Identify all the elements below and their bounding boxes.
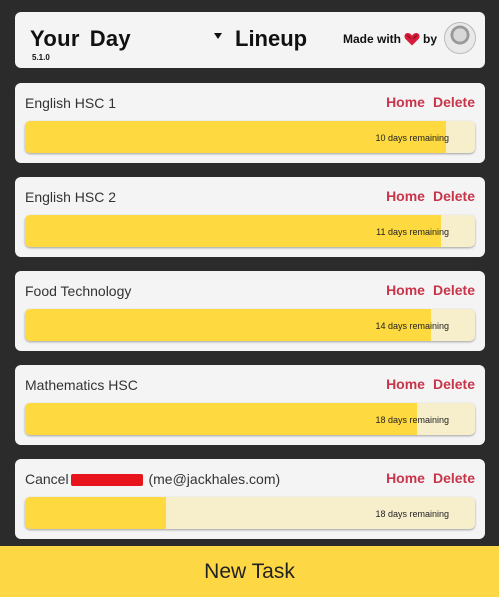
days-remaining-label: 10 days remaining — [375, 133, 449, 143]
task-actions: Home Delete — [386, 94, 475, 110]
version-label: 5.1.0 — [32, 53, 50, 62]
made-with-label: Made with — [343, 32, 402, 46]
title-word-day: Day — [89, 26, 131, 51]
new-task-button[interactable]: New Task — [0, 546, 499, 597]
task-card: English HSC 2 Home Delete 11 days remaining — [15, 177, 485, 257]
delete-button[interactable]: Delete — [433, 94, 475, 110]
task-actions: Home Delete — [386, 376, 475, 392]
task-card: Mathematics HSC Home Delete 18 days remaini… — [15, 365, 485, 445]
progress-fill — [25, 403, 417, 435]
task-name-suffix: (me@jackhales.com) — [144, 471, 281, 487]
delete-button[interactable]: Delete — [433, 188, 475, 204]
task-actions: Home Delete — [386, 188, 475, 204]
progress-fill — [25, 497, 166, 529]
progress-bar: 18 days remaining — [25, 403, 475, 435]
task-actions: Home Delete — [386, 470, 475, 486]
days-remaining-label: 18 days remaining — [375, 509, 449, 519]
task-card: Food Technology Home Delete 14 days remaini… — [15, 271, 485, 351]
home-button[interactable]: Home — [386, 282, 425, 298]
delete-button[interactable]: Delete — [433, 470, 475, 486]
task-name-prefix: Cancel — [25, 471, 69, 487]
task-card: Cancel (me@jackhales.com) Home Delete 18 da… — [15, 459, 485, 539]
made-with-credit: Made with by — [343, 32, 437, 46]
home-button[interactable]: Home — [386, 376, 425, 392]
home-button[interactable]: Home — [386, 94, 425, 110]
avatar[interactable] — [444, 22, 476, 54]
task-name: Cancel (me@jackhales.com) — [25, 471, 280, 487]
progress-bar: 10 days remaining — [25, 121, 475, 153]
task-name: Food Technology — [25, 283, 132, 299]
home-button[interactable]: Home — [386, 188, 425, 204]
progress-bar: 11 days remaining — [25, 215, 475, 247]
title-lineup: Lineup — [235, 26, 308, 51]
by-label: by — [423, 32, 438, 46]
days-remaining-label: 14 days remaining — [375, 321, 449, 331]
task-actions: Home Delete — [386, 282, 475, 298]
task-name: Mathematics HSC — [25, 377, 138, 393]
progress-bar: 14 days remaining — [25, 309, 475, 341]
progress-fill — [25, 309, 431, 341]
home-button[interactable]: Home — [386, 470, 425, 486]
app-header: Your Day 5.1.0 Lineup Made with by — [15, 12, 485, 68]
days-remaining-label: 18 days remaining — [375, 415, 449, 425]
dropdown-caret-icon[interactable] — [214, 33, 222, 39]
delete-button[interactable]: Delete — [433, 282, 475, 298]
task-name: English HSC 1 — [25, 95, 117, 111]
heart-icon — [404, 33, 420, 46]
redaction-mark — [70, 474, 143, 487]
progress-bar: 18 days remaining — [25, 497, 475, 529]
delete-button[interactable]: Delete — [433, 376, 475, 392]
app-title: Your Day — [30, 26, 131, 52]
task-name: English HSC 2 — [25, 189, 117, 205]
task-card: English HSC 1 Home Delete 10 days remaining — [15, 83, 485, 163]
days-remaining-label: 11 days remaining — [376, 227, 449, 237]
title-word-your: Your — [30, 26, 80, 51]
